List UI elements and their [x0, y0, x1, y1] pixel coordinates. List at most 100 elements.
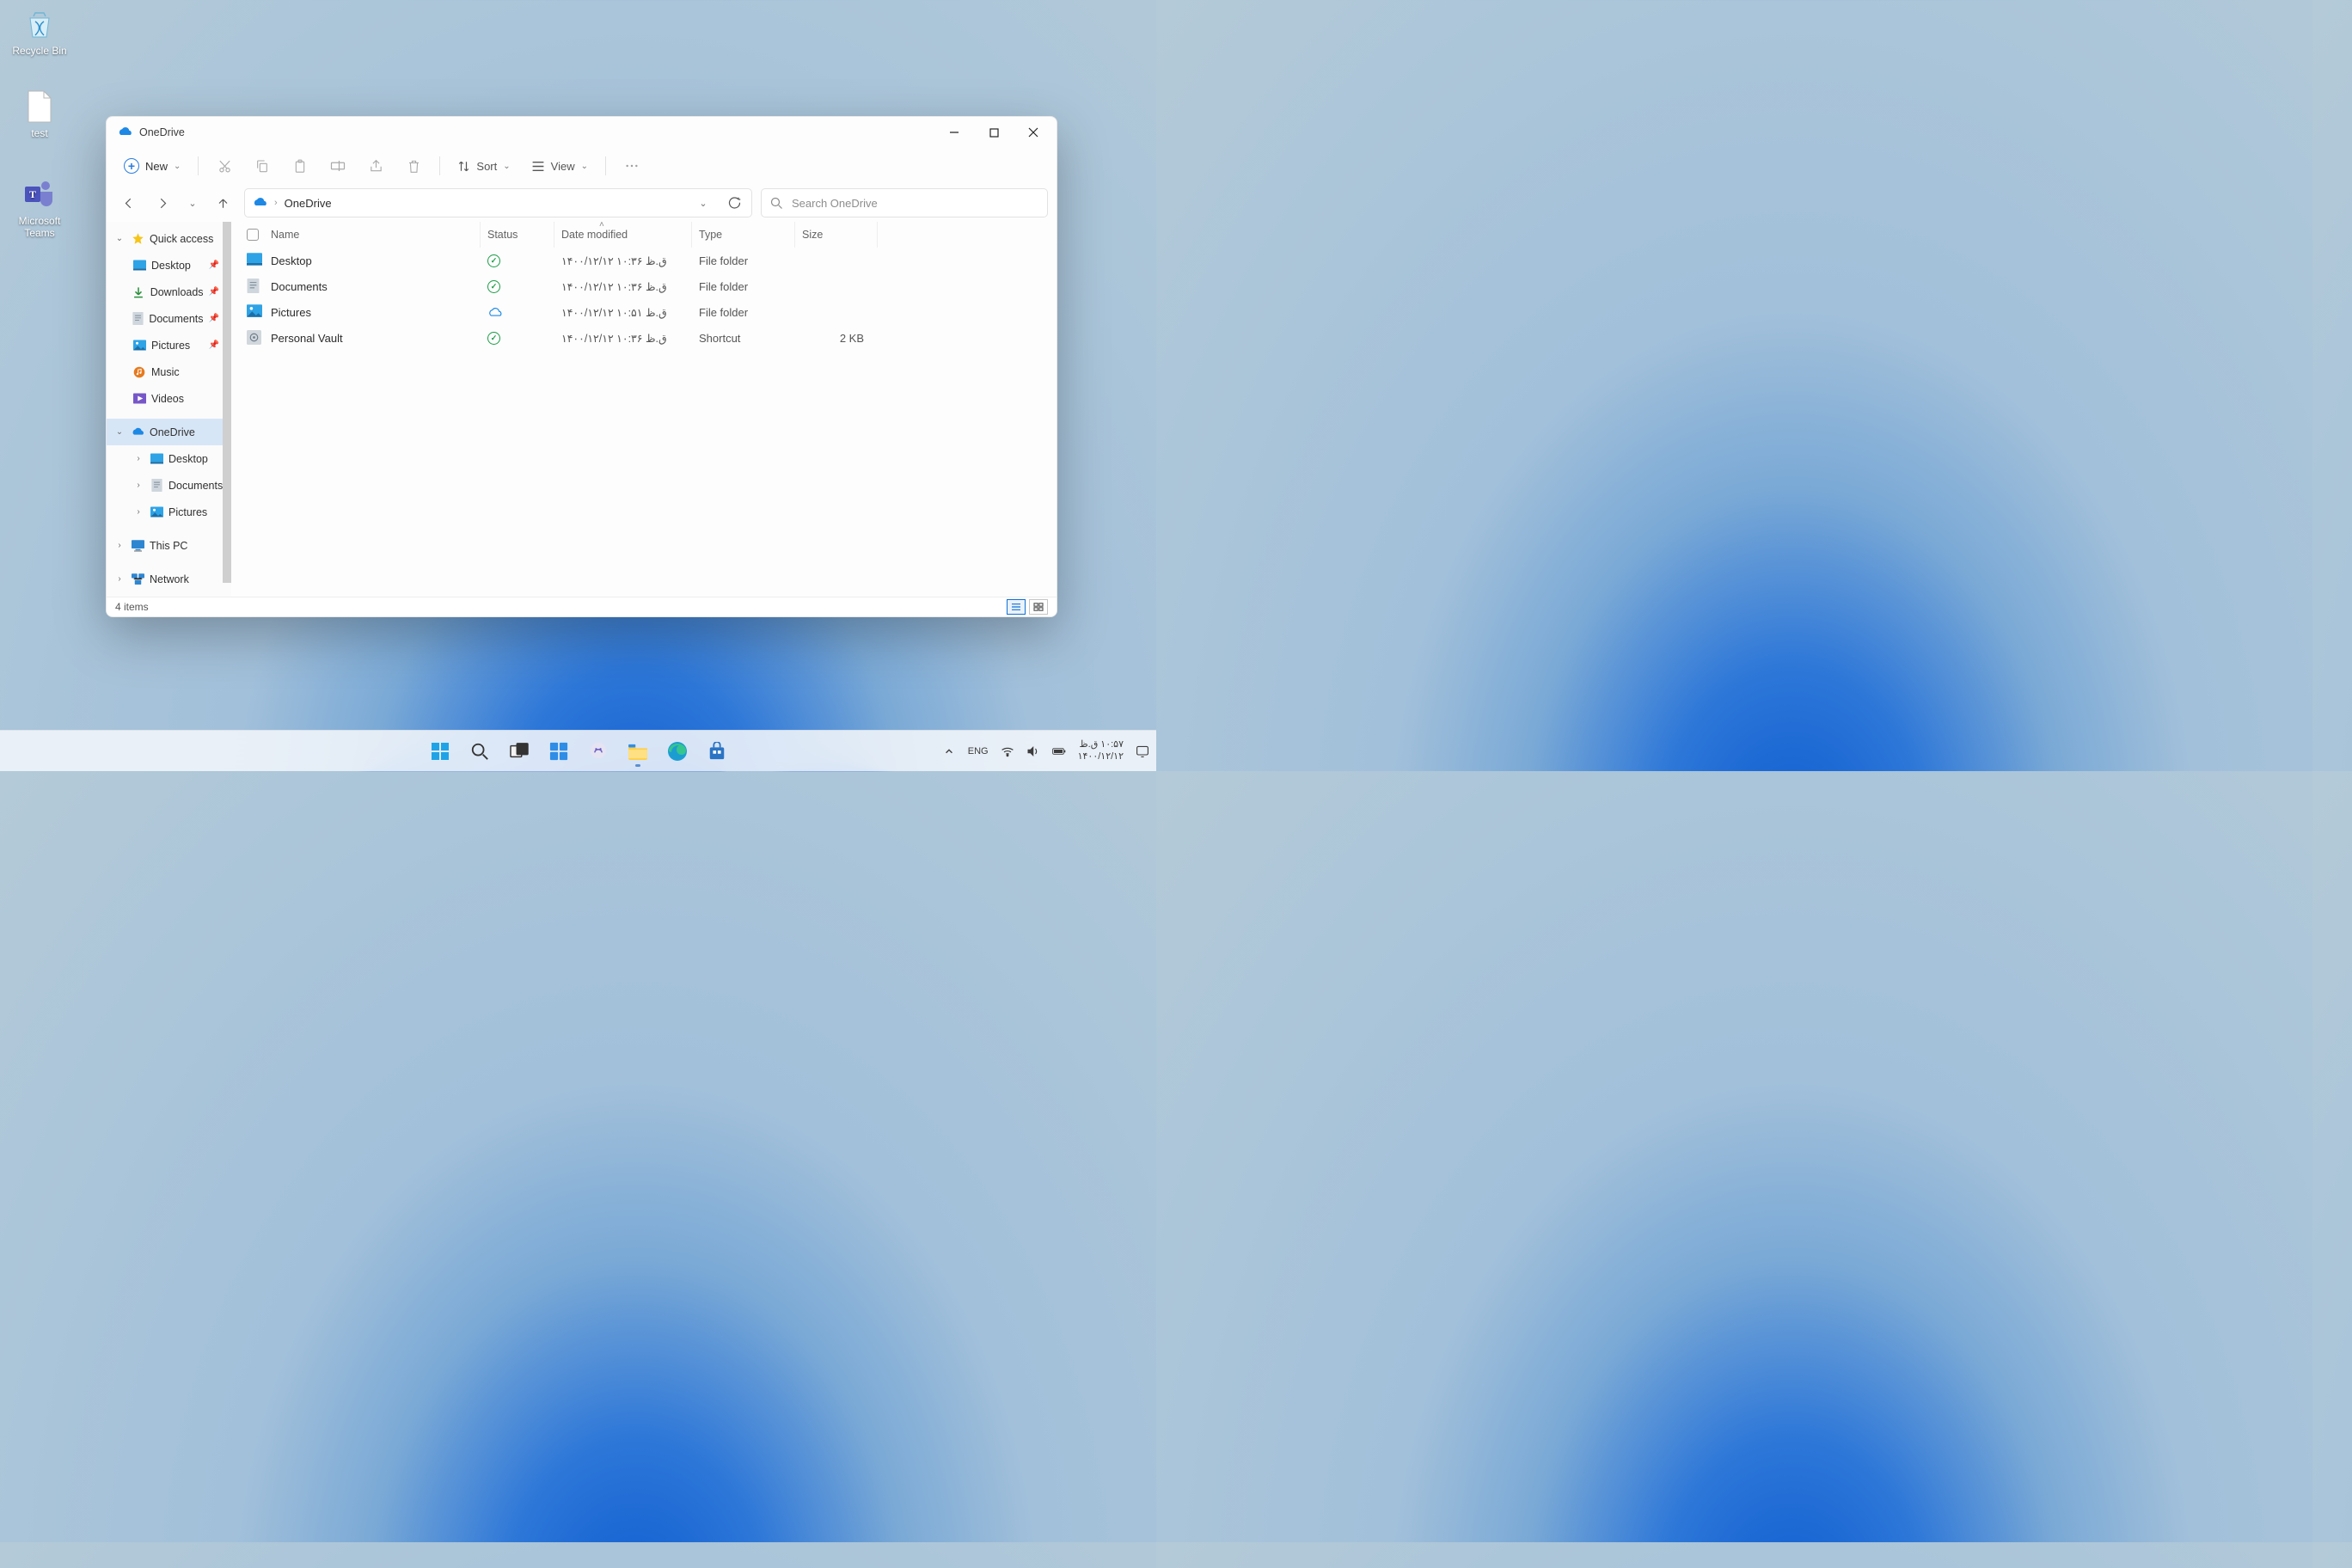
recent-dropdown[interactable]: ⌄	[184, 189, 201, 217]
desktop-icon	[247, 253, 262, 268]
chat-button[interactable]	[581, 734, 616, 769]
address-bar[interactable]: › OneDrive ⌄	[244, 188, 752, 217]
wifi-icon[interactable]	[1001, 744, 1014, 758]
sidebar-item-onedrive[interactable]: ⌄ OneDrive	[107, 419, 231, 445]
file-list-area: ˄ Name Status Date modified Type Size De…	[231, 222, 1057, 597]
breadcrumb-current[interactable]: OneDrive	[285, 197, 332, 210]
collapse-icon[interactable]: ⌄	[113, 427, 126, 437]
share-button[interactable]	[358, 151, 393, 181]
documents-icon	[150, 479, 163, 493]
sidebar: ⌄ Quick access Desktop📌 Downloads📌 Docum…	[107, 222, 231, 597]
address-dropdown[interactable]: ⌄	[691, 198, 715, 209]
desktop-icon-teams[interactable]: T Microsoft Teams	[7, 177, 72, 240]
expand-icon[interactable]: ›	[113, 574, 126, 584]
sidebar-item-od-desktop[interactable]: › Desktop	[107, 445, 231, 472]
search-box[interactable]	[761, 188, 1048, 217]
taskbar-search-button[interactable]	[462, 734, 497, 769]
column-header-row: ˄ Name Status Date modified Type Size	[231, 222, 1057, 248]
back-button[interactable]	[115, 189, 141, 217]
sidebar-item-od-pictures[interactable]: ›Pictures	[107, 499, 231, 525]
volume-icon[interactable]	[1026, 744, 1040, 758]
star-icon	[131, 232, 144, 246]
search-input[interactable]	[792, 197, 1038, 210]
column-header-type[interactable]: Type	[692, 222, 795, 248]
sidebar-item-music[interactable]: Music	[107, 358, 231, 385]
sidebar-item-this-pc[interactable]: ›This PC	[107, 532, 231, 559]
tray-overflow-button[interactable]	[942, 744, 956, 758]
pictures-icon	[132, 339, 146, 352]
thumbnails-view-toggle[interactable]	[1029, 599, 1048, 615]
task-view-button[interactable]	[502, 734, 536, 769]
sidebar-item-pictures[interactable]: Pictures📌	[107, 332, 231, 358]
up-button[interactable]	[210, 189, 236, 217]
expand-icon[interactable]: ›	[113, 541, 126, 550]
desktop-icon-label: test	[7, 127, 72, 139]
file-explorer-button[interactable]	[621, 734, 655, 769]
paste-button[interactable]	[283, 151, 317, 181]
file-row[interactable]: Personal Vault ۱۴۰۰/۱۲/۱۲ ق.ظ ۱۰:۳۶ Shor…	[231, 325, 1057, 351]
toolbar: + New ⌄ Sort ⌄ View ⌄	[107, 148, 1057, 184]
column-header-size[interactable]: Size	[795, 222, 878, 248]
column-header-name[interactable]: Name	[240, 222, 481, 248]
maximize-button[interactable]	[974, 117, 1014, 148]
scrollbar[interactable]	[223, 222, 231, 583]
sort-button[interactable]: Sort ⌄	[449, 151, 518, 181]
desktop-icon-recycle-bin[interactable]: Recycle Bin	[7, 7, 72, 57]
delete-button[interactable]	[396, 151, 431, 181]
titlebar[interactable]: OneDrive	[107, 117, 1057, 148]
sidebar-item-documents[interactable]: Documents📌	[107, 305, 231, 332]
copy-button[interactable]	[245, 151, 279, 181]
system-tray: ENG ۱۰:۵۷ ق.ظ ۱۴۰۰/۱۲/۱۲	[942, 731, 1149, 772]
file-type: File folder	[692, 254, 795, 267]
pin-icon: 📌	[209, 314, 219, 323]
sidebar-item-od-documents[interactable]: ›Documents	[107, 472, 231, 499]
plus-icon: +	[124, 158, 139, 174]
new-button[interactable]: + New ⌄	[115, 151, 189, 181]
new-label: New	[145, 160, 168, 173]
column-header-date[interactable]: Date modified	[554, 222, 692, 248]
file-row[interactable]: Pictures ۱۴۰۰/۱۲/۱۲ ق.ظ ۱۰:۵۱ File folde…	[231, 299, 1057, 325]
sidebar-item-quick-access[interactable]: ⌄ Quick access	[107, 225, 231, 252]
battery-icon[interactable]	[1052, 744, 1066, 758]
notifications-button[interactable]	[1136, 744, 1149, 758]
file-name: Pictures	[271, 306, 311, 319]
sidebar-label: Downloads	[150, 286, 204, 298]
view-button[interactable]: View ⌄	[523, 151, 597, 181]
desktop-icon-label: Recycle Bin	[7, 45, 72, 57]
start-button[interactable]	[423, 734, 457, 769]
widgets-button[interactable]	[542, 734, 576, 769]
more-button[interactable]	[615, 151, 649, 181]
sidebar-item-videos[interactable]: Videos	[107, 385, 231, 412]
pictures-icon	[150, 505, 163, 519]
refresh-button[interactable]	[722, 197, 746, 210]
column-header-status[interactable]: Status	[481, 222, 554, 248]
edge-button[interactable]	[660, 734, 695, 769]
sidebar-label: OneDrive	[150, 426, 195, 438]
sidebar-label: Desktop	[168, 453, 208, 465]
file-row[interactable]: Documents ۱۴۰۰/۱۲/۱۲ ق.ظ ۱۰:۳۶ File fold…	[231, 273, 1057, 299]
sidebar-item-desktop[interactable]: Desktop📌	[107, 252, 231, 279]
tray-clock[interactable]: ۱۰:۵۷ ق.ظ ۱۴۰۰/۱۲/۱۲	[1078, 739, 1124, 762]
store-button[interactable]	[700, 734, 734, 769]
minimize-button[interactable]	[934, 117, 974, 148]
forward-button[interactable]	[150, 189, 175, 217]
tray-language[interactable]: ENG	[968, 744, 989, 758]
rename-button[interactable]	[321, 151, 355, 181]
pin-icon: 📌	[209, 260, 219, 270]
expand-icon[interactable]: ›	[132, 507, 144, 517]
select-all-checkbox[interactable]	[247, 229, 259, 241]
file-row[interactable]: Desktop ۱۴۰۰/۱۲/۱۲ ق.ظ ۱۰:۳۶ File folder	[231, 248, 1057, 273]
view-label: View	[551, 160, 575, 173]
chevron-down-icon: ⌄	[503, 162, 510, 171]
collapse-icon[interactable]: ⌄	[113, 234, 126, 243]
cut-button[interactable]	[207, 151, 242, 181]
sidebar-item-downloads[interactable]: Downloads📌	[107, 279, 231, 305]
sidebar-item-network[interactable]: ›Network	[107, 566, 231, 592]
expand-icon[interactable]: ›	[132, 481, 144, 490]
expand-icon[interactable]: ›	[132, 454, 144, 463]
details-view-toggle[interactable]	[1007, 599, 1026, 615]
desktop-icon-test[interactable]: test	[7, 89, 72, 139]
onedrive-icon	[117, 125, 132, 140]
separator	[605, 156, 606, 175]
close-button[interactable]	[1014, 117, 1053, 148]
